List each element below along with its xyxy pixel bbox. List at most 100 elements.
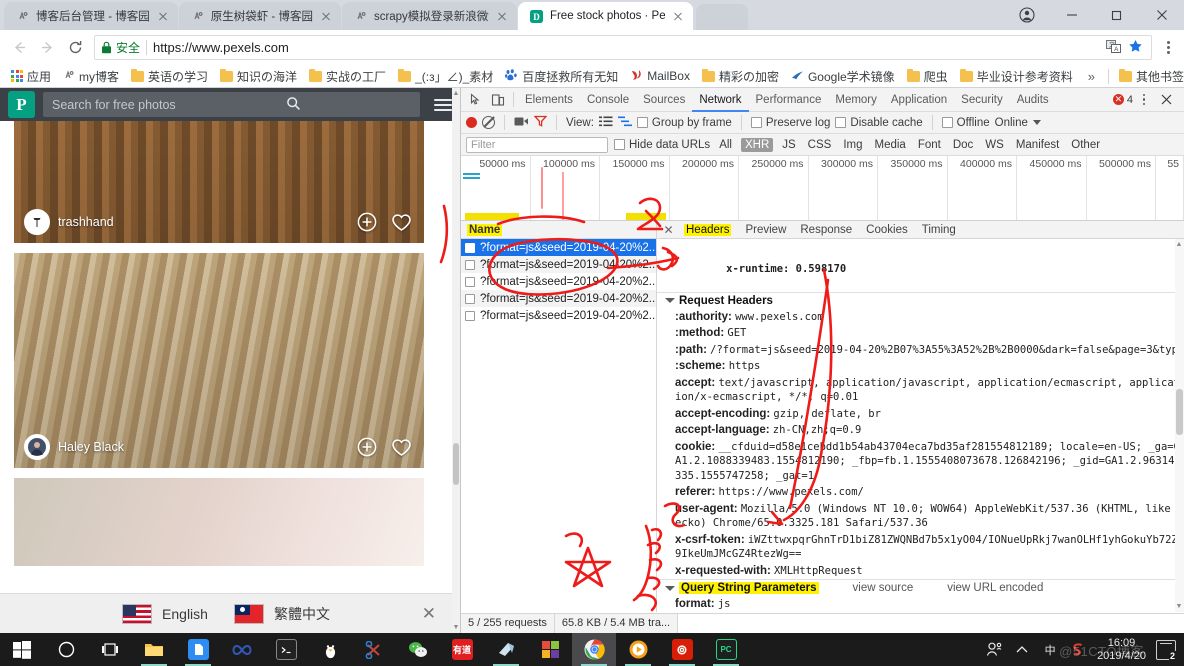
detail-tab-response[interactable]: Response <box>794 221 858 239</box>
task-view-button[interactable] <box>88 633 132 666</box>
minimize-icon[interactable] <box>1049 0 1094 30</box>
pexels-logo[interactable]: P <box>8 91 35 118</box>
filter-type-js[interactable]: JS <box>779 139 798 151</box>
bookmark-item-10[interactable]: 毕业设计参考资料 <box>955 67 1078 86</box>
tab-sources[interactable]: Sources <box>636 88 692 112</box>
filter-type-font[interactable]: Font <box>915 139 944 151</box>
requests-column-header[interactable]: Name <box>461 221 656 239</box>
detail-tab-headers[interactable]: Headers <box>678 221 737 239</box>
forward-arrow-icon[interactable] <box>34 35 60 61</box>
maximize-icon[interactable] <box>1094 0 1139 30</box>
tab-security[interactable]: Security <box>954 88 1010 112</box>
pycharm-button[interactable]: PC <box>704 633 748 666</box>
scroll-down-arrow[interactable]: ▼ <box>452 622 460 633</box>
detail-tab-preview[interactable]: Preview <box>739 221 792 239</box>
bookmark-item-9[interactable]: 爬虫 <box>902 67 953 86</box>
filter-type-doc[interactable]: Doc <box>950 139 976 151</box>
tab-performance[interactable]: Performance <box>749 88 829 112</box>
table-row[interactable]: ?format=js&seed=2019-04-20%2... <box>461 290 656 307</box>
inspect-cursor-icon[interactable] <box>465 89 487 111</box>
bookmark-item-8[interactable]: Google学术镜像 <box>786 67 900 86</box>
table-row[interactable]: ?format=js&seed=2019-04-20%2... <box>461 307 656 324</box>
avatar[interactable] <box>24 434 50 460</box>
bookmarks-overflow-button[interactable]: » <box>1080 69 1103 84</box>
heart-icon[interactable] <box>391 438 412 460</box>
filter-type-other[interactable]: Other <box>1068 139 1103 151</box>
table-row[interactable]: ?format=js&seed=2019-04-20%2... <box>461 273 656 290</box>
photo-card-2[interactable] <box>14 478 424 566</box>
kebab-menu-icon[interactable] <box>1158 41 1178 54</box>
filter-type-ws[interactable]: WS <box>982 139 1007 151</box>
browser-tab-4-active[interactable]: D Free stock photos · Pex <box>517 2 693 30</box>
tab-console[interactable]: Console <box>580 88 636 112</box>
address-bar[interactable]: 安全 https://www.pexels.com 文A <box>94 35 1152 60</box>
close-icon[interactable] <box>671 9 685 23</box>
bookmark-item-6[interactable]: MailBox <box>625 68 695 85</box>
tab-audits[interactable]: Audits <box>1010 88 1056 112</box>
table-row[interactable]: ?format=js&seed=2019-04-20%2... <box>461 239 656 256</box>
hide-data-urls-checkbox[interactable]: Hide data URLs <box>614 139 710 151</box>
scrollbar-thumb[interactable] <box>453 443 459 485</box>
netease-music-button[interactable]: ⊚ <box>660 633 704 666</box>
checkbox[interactable] <box>614 139 625 150</box>
reload-icon[interactable] <box>62 35 88 61</box>
scroll-up-arrow[interactable]: ▲ <box>452 88 460 99</box>
heart-icon[interactable] <box>391 213 412 235</box>
browser-tab-2[interactable]: 原生树袋虾 - 博客园 <box>178 2 341 30</box>
media-player-button[interactable] <box>616 633 660 666</box>
bookmark-item-7[interactable]: 精彩の加密 <box>697 67 784 86</box>
new-tab-button[interactable] <box>695 4 748 30</box>
details-scrollbar[interactable]: ▲ ▼ <box>1175 239 1184 612</box>
star-icon[interactable] <box>1128 39 1143 57</box>
tab-application[interactable]: Application <box>884 88 954 112</box>
other-bookmarks-folder[interactable]: 其他书签 <box>1114 67 1184 86</box>
checkbox[interactable] <box>941 117 953 128</box>
photo-author[interactable]: trashhand <box>58 215 114 229</box>
youdao-button[interactable]: 有道 <box>440 633 484 666</box>
chrome-button[interactable] <box>572 633 616 666</box>
page-scrollbar[interactable]: ▲ ▼ <box>452 88 460 633</box>
translate-icon[interactable]: 文A <box>1106 39 1121 56</box>
filter-type-all[interactable]: All <box>716 139 735 151</box>
cortana-button[interactable] <box>44 633 88 666</box>
filter-type-css[interactable]: CSS <box>805 139 835 151</box>
browser-tab-1[interactable]: 博客后台管理 - 博客园 <box>4 2 178 30</box>
network-timeline-overview[interactable]: 50000 ms 100000 ms 150000 ms 200000 ms 2… <box>461 156 1184 221</box>
photo-card-1[interactable]: Haley Black <box>14 253 424 468</box>
tab-memory[interactable]: Memory <box>828 88 884 112</box>
checkbox[interactable] <box>750 117 762 128</box>
filter-type-manifest[interactable]: Manifest <box>1013 139 1062 151</box>
tab-elements[interactable]: Elements <box>518 88 580 112</box>
table-row[interactable]: ?format=js&seed=2019-04-20%2... <box>461 256 656 273</box>
bookmark-item-3[interactable]: 实战の工厂 <box>304 67 391 86</box>
close-icon[interactable] <box>1139 0 1184 30</box>
plus-circle-icon[interactable] <box>357 212 377 235</box>
chevron-up-icon[interactable] <box>1013 645 1031 654</box>
people-icon[interactable] <box>985 642 1003 657</box>
chevron-down-icon[interactable] <box>1032 120 1041 125</box>
checkbox[interactable] <box>636 117 648 128</box>
language-option-chinese[interactable]: 繁體中文 <box>233 603 330 624</box>
infinity-app-button[interactable] <box>220 633 264 666</box>
close-icon[interactable]: ✕ <box>661 224 676 236</box>
tab-network[interactable]: Network <box>692 88 748 112</box>
search-input[interactable]: Search for free photos <box>43 92 420 117</box>
command-prompt-button[interactable] <box>264 633 308 666</box>
avatar[interactable] <box>24 209 50 235</box>
photo-card-0[interactable]: trashhand <box>14 121 424 243</box>
close-icon[interactable]: ✕ <box>422 604 436 624</box>
filter-input[interactable]: Filter <box>466 136 608 153</box>
preserve-log-checkbox[interactable]: Preserve log <box>750 117 830 129</box>
file-explorer-button[interactable] <box>132 633 176 666</box>
bookmark-item-5[interactable]: 百度拯救所有无知 <box>500 67 623 86</box>
photo-author[interactable]: Haley Black <box>58 440 124 454</box>
detail-tab-cookies[interactable]: Cookies <box>860 221 914 239</box>
profile-icon[interactable] <box>1004 0 1049 30</box>
bookmark-item-1[interactable]: 英语の学习 <box>126 67 213 86</box>
language-option-english[interactable]: English <box>122 603 208 624</box>
ime-indicator[interactable]: 中 <box>1041 642 1059 658</box>
error-badge[interactable]: ✕ 4 <box>1112 94 1133 106</box>
filter-icon[interactable] <box>533 115 548 130</box>
back-arrow-icon[interactable] <box>6 35 32 61</box>
close-icon[interactable] <box>156 9 170 23</box>
